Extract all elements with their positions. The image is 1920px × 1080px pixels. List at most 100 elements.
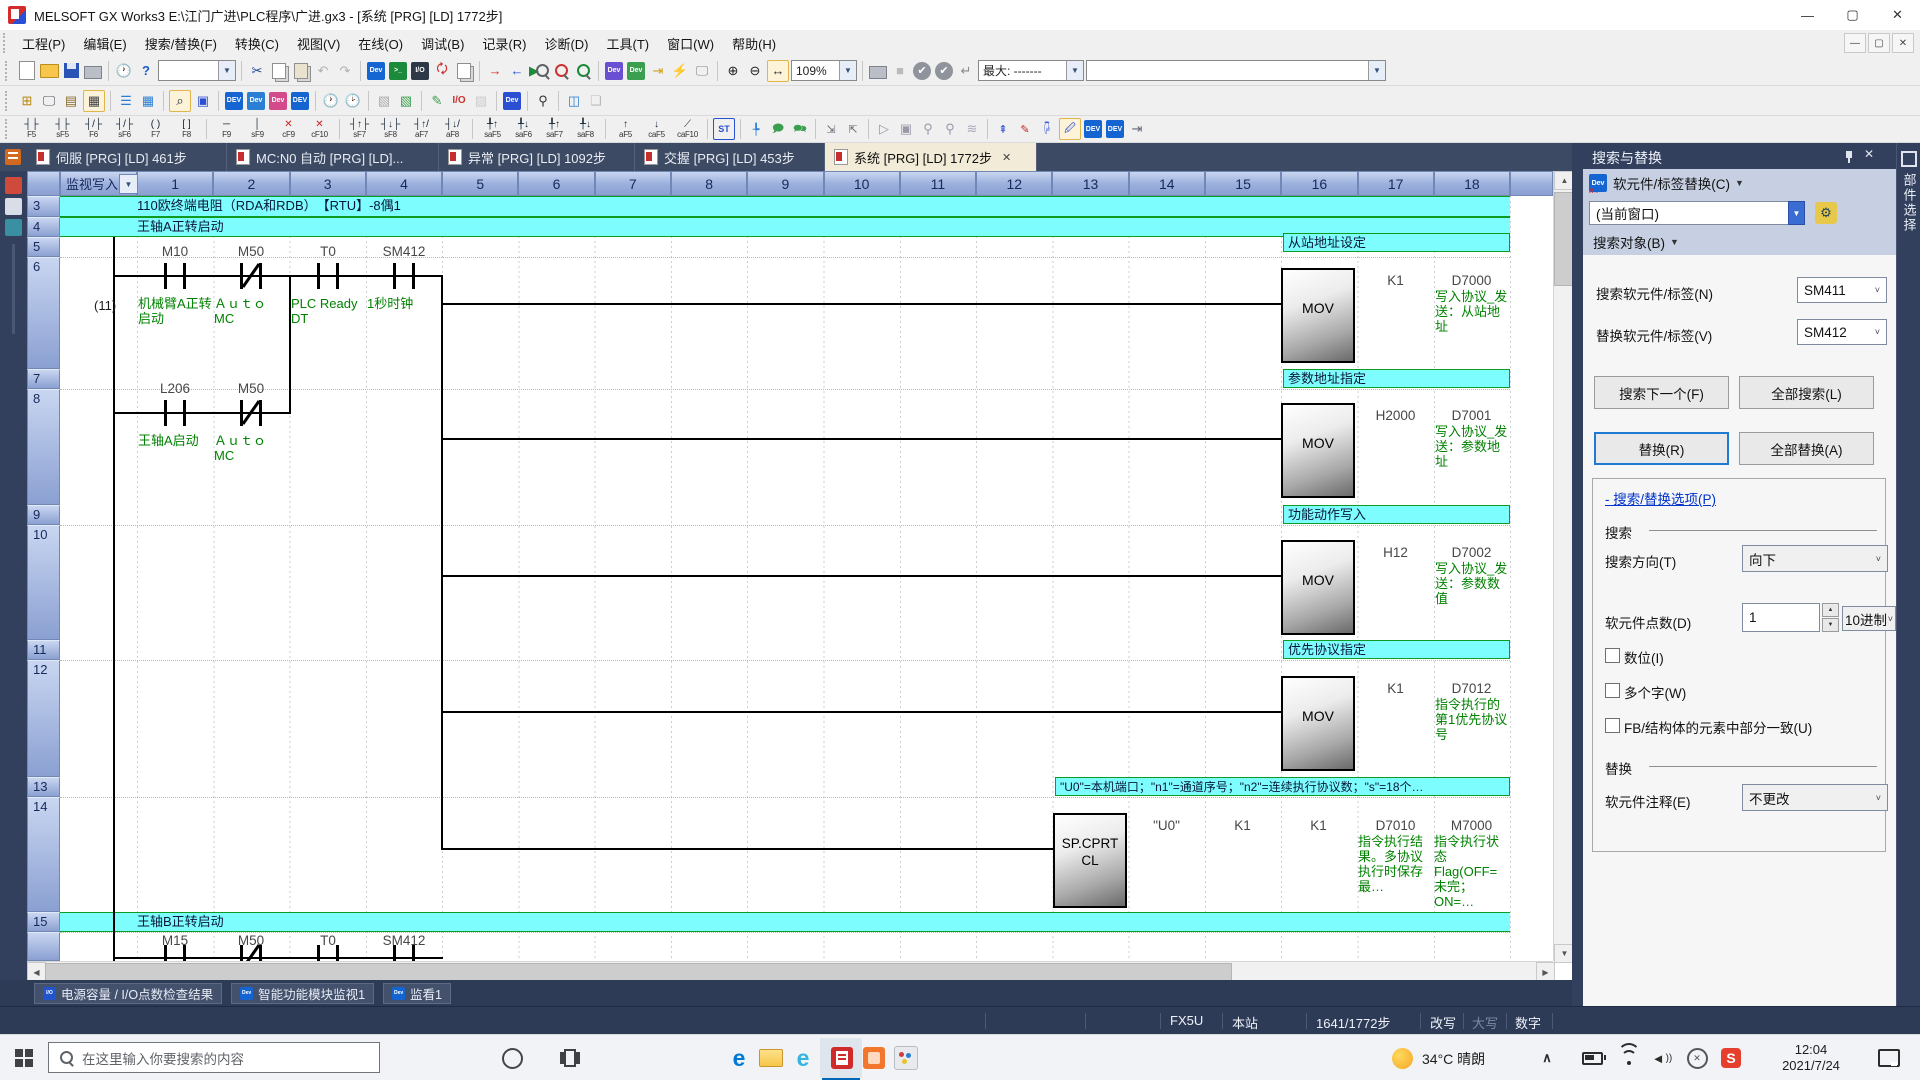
invert-result-button[interactable]: ↑aF5 xyxy=(611,116,640,142)
check-all-icon[interactable]: ✔ xyxy=(934,61,954,81)
fb-partial-checkbox-label[interactable]: FB/结构体的元素中部分一致(U) xyxy=(1624,717,1812,737)
coil-button[interactable]: ( )F7 xyxy=(141,116,170,142)
new-project-icon[interactable] xyxy=(17,61,37,81)
monitor-start-icon[interactable]: Dev xyxy=(604,61,624,81)
tab-error[interactable]: 异常 [PRG] [LD] 1092步 xyxy=(439,143,635,171)
note-tag[interactable]: 从站地址设定 xyxy=(1283,233,1510,252)
menu-project[interactable]: 工程(P) xyxy=(13,30,74,57)
vline-button[interactable]: │sF9 xyxy=(243,116,272,142)
check-program-icon[interactable]: ✔ xyxy=(912,61,932,81)
replace-all-button[interactable]: 全部替换(A) xyxy=(1739,432,1874,465)
app-icon-paint[interactable] xyxy=(893,1045,919,1071)
panel-close-icon[interactable]: ✕ xyxy=(1864,147,1874,161)
menu-edit[interactable]: 编辑(E) xyxy=(74,30,135,57)
gx-works3-app-icon[interactable] xyxy=(829,1045,855,1071)
menu-view[interactable]: 视图(V) xyxy=(288,30,349,57)
edit-line-icon[interactable]: ╄ xyxy=(746,119,766,139)
minimize-button[interactable]: — xyxy=(1785,0,1830,30)
history-icon[interactable]: 🕐 xyxy=(114,61,134,81)
device-monitor-icon[interactable]: >_ xyxy=(388,61,408,81)
menu-help[interactable]: 帮助(H) xyxy=(723,30,785,57)
edit-comment-icon[interactable]: 🗩 xyxy=(768,119,788,139)
module-search-icon[interactable]: ⚲ xyxy=(533,91,553,111)
notification-icon[interactable] xyxy=(1876,1047,1902,1069)
vertical-scrollbar[interactable]: ▲ ▼ xyxy=(1553,171,1573,961)
pin-icon[interactable] xyxy=(1844,151,1854,163)
tab-system-active[interactable]: 系统 [PRG] [LD] 1772步✕ xyxy=(825,143,1037,171)
wire-tool1-icon[interactable]: ⇞ xyxy=(993,119,1013,139)
duplicate-icon[interactable] xyxy=(454,61,474,81)
contact-device[interactable]: M15 xyxy=(137,933,213,948)
volume-icon[interactable]: ◄)) xyxy=(1650,1048,1674,1068)
monitor-write-icon[interactable]: ⚲ xyxy=(940,119,960,139)
navigation-tree-icon[interactable]: ⊞ xyxy=(17,91,37,111)
digit-checkbox[interactable] xyxy=(1605,648,1620,663)
mdi-minimize-button[interactable]: — xyxy=(1844,33,1866,53)
write-plc-icon[interactable]: → xyxy=(485,61,505,81)
replace-button[interactable]: 替换(R) xyxy=(1594,432,1729,465)
fb-partial-checkbox[interactable] xyxy=(1605,718,1620,733)
write-mode-icon[interactable]: ▣ xyxy=(896,119,916,139)
operand[interactable]: "U0" xyxy=(1129,818,1204,833)
battery-icon[interactable] xyxy=(1580,1048,1604,1068)
close-branch-button[interactable]: ┤/├sF6 xyxy=(110,116,139,142)
horizontal-scrollbar[interactable]: ◀ ▶ xyxy=(27,961,1553,981)
pulse-branch1-button[interactable]: ╀↑saF5 xyxy=(478,116,507,142)
save-project-icon[interactable] xyxy=(61,61,81,81)
search-direction-combo[interactable]: 向下˅ xyxy=(1742,545,1888,572)
device-list-combo[interactable]: ▼ xyxy=(1086,60,1386,81)
spinner-down-icon[interactable]: ▼ xyxy=(1822,618,1839,632)
delete-row-icon[interactable]: ⇱ xyxy=(843,119,863,139)
menu-tools[interactable]: 工具(T) xyxy=(598,30,659,57)
tab-handshake[interactable]: 交握 [PRG] [LD] 453步 xyxy=(635,143,825,171)
multiword-checkbox-label[interactable]: 多个字(W) xyxy=(1624,682,1686,702)
panel-splitter[interactable] xyxy=(1572,143,1583,1006)
dev-pair1-icon[interactable]: DEV xyxy=(1083,119,1103,139)
insert-row-icon[interactable]: ⇲ xyxy=(821,119,841,139)
open-contact-button[interactable]: ┤├F5 xyxy=(17,116,46,142)
convert-fall-button[interactable]: ⟋caF10 xyxy=(673,116,702,142)
operand-dst[interactable]: D7000 xyxy=(1434,273,1509,288)
io-assign-icon[interactable]: ▤ xyxy=(61,91,81,111)
max-device-combo[interactable]: 最大: -------▼ xyxy=(978,60,1084,81)
sogou-ime-icon[interactable]: S xyxy=(1720,1047,1742,1069)
hline-button[interactable]: ─F9 xyxy=(212,116,241,142)
wire-tool3-icon[interactable]: 🖟 xyxy=(1037,119,1057,139)
monitor-stop-icon[interactable]: Dev xyxy=(626,61,646,81)
spinner-up-icon[interactable]: ▲ xyxy=(1822,603,1839,617)
operand[interactable]: D7010 xyxy=(1358,818,1433,833)
return-icon[interactable]: ↵ xyxy=(956,61,976,81)
wifi-icon[interactable] xyxy=(1618,1047,1640,1067)
contact-device[interactable]: M10 xyxy=(137,244,213,259)
monitor-window-icon[interactable]: 🖵 xyxy=(39,91,59,111)
refresh-icon[interactable]: 🗘 xyxy=(432,61,452,81)
device-io-icon[interactable]: I/O xyxy=(410,61,430,81)
maximize-button[interactable]: ▢ xyxy=(1830,0,1875,30)
monitor-mode-dropdown[interactable]: ▼ xyxy=(119,174,138,194)
find-device-combo[interactable]: SM411˅ xyxy=(1797,277,1887,303)
track-icon[interactable]: ≋ xyxy=(962,119,982,139)
device-buffer-icon[interactable]: Dev xyxy=(268,91,288,111)
note-tag[interactable]: 参数地址指定 xyxy=(1283,369,1510,388)
contact-device[interactable]: M50 xyxy=(213,244,289,259)
step-into-icon[interactable]: ⇥ xyxy=(648,61,668,81)
digit-checkbox-label[interactable]: 数位(I) xyxy=(1624,647,1664,667)
device-table-icon[interactable]: Dev xyxy=(246,91,266,111)
read-mode-icon[interactable]: ▷ xyxy=(874,119,894,139)
close-button[interactable]: ✕ xyxy=(1875,0,1920,30)
copy-icon[interactable] xyxy=(269,61,289,81)
operand[interactable]: K1 xyxy=(1205,818,1280,833)
watch-icon[interactable]: 🖵 xyxy=(692,61,712,81)
scope-dropdown-icon[interactable]: ▼ xyxy=(1788,201,1805,225)
program-verify-icon[interactable]: ▧ xyxy=(396,91,416,111)
contact-device[interactable]: T0 xyxy=(290,244,366,259)
contact-device[interactable]: M50 xyxy=(213,933,289,948)
find-all-button[interactable]: 全部搜索(L) xyxy=(1739,376,1874,409)
ie-app-icon[interactable]: e xyxy=(790,1045,816,1071)
device-batch-icon[interactable]: DEV xyxy=(224,91,244,111)
instruction-button[interactable]: [ ]F8 xyxy=(172,116,201,142)
tray-cross-icon[interactable]: ✕ xyxy=(1686,1047,1708,1069)
open-project-icon[interactable] xyxy=(39,61,59,81)
menu-search-replace[interactable]: 搜索/替换(F) xyxy=(136,30,226,57)
wire-tool2-icon[interactable]: ✎ xyxy=(1015,119,1035,139)
